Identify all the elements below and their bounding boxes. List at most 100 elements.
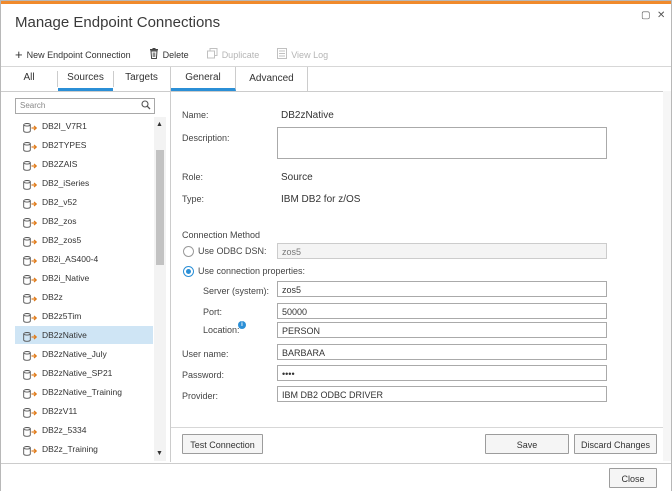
view-log-label: View Log	[291, 50, 329, 60]
database-icon	[23, 387, 38, 399]
tab-sources[interactable]: Sources	[58, 67, 113, 91]
location-field[interactable]: PERSON	[277, 322, 607, 338]
database-icon	[23, 216, 38, 228]
provider-label: Provider:	[182, 391, 219, 401]
database-icon	[23, 273, 38, 285]
delete-button[interactable]: Delete	[149, 48, 189, 62]
scroll-up-icon[interactable]: ▲	[156, 121, 163, 128]
username-field[interactable]: BARBARA	[277, 344, 607, 360]
save-button[interactable]: Save	[485, 434, 569, 454]
list-item[interactable]: DB2i_AS400-4	[15, 250, 153, 268]
list-item[interactable]: DB2zNative_SP21	[15, 364, 153, 382]
search-placeholder: Search	[20, 101, 46, 110]
list-item-label: DB2zNative_Training	[42, 387, 122, 397]
list-item-label: DB2zNative_SP21	[42, 368, 113, 378]
password-field[interactable]: ••••	[277, 365, 607, 381]
new-endpoint-button[interactable]: + New Endpoint Connection	[15, 47, 131, 62]
close-button[interactable]: Close	[609, 468, 657, 488]
database-icon	[23, 368, 38, 380]
list-item-label: DB2_zos5	[42, 235, 82, 245]
detail-scrollbar[interactable]	[663, 91, 671, 461]
database-icon	[23, 235, 38, 247]
plus-icon: +	[15, 47, 23, 62]
database-icon	[23, 254, 38, 266]
list-item-label: DB2i_Native	[42, 273, 90, 283]
odbc-dsn-field[interactable]: zos5	[277, 243, 607, 259]
tab-advanced[interactable]: Advanced	[236, 67, 308, 91]
provider-field[interactable]: IBM DB2 ODBC DRIVER	[277, 386, 607, 402]
list-item[interactable]: DB2z	[15, 288, 153, 306]
discard-changes-button[interactable]: Discard Changes	[574, 434, 657, 454]
list-item-label: DB2z_5334	[42, 425, 87, 435]
title-accent-bar	[1, 1, 671, 4]
tab-targets[interactable]: Targets	[114, 67, 169, 91]
database-icon	[23, 178, 38, 190]
list-item-label: DB2zV11	[42, 406, 78, 416]
list-item[interactable]: DB2I_V7R1	[15, 117, 153, 135]
location-label: Location:	[203, 325, 240, 335]
server-label: Server (system):	[203, 286, 270, 296]
test-connection-button[interactable]: Test Connection	[182, 434, 263, 454]
restore-icon[interactable]: ▢	[641, 10, 650, 21]
tab-general[interactable]: General	[171, 67, 236, 91]
list-item-label: DB2_v52	[42, 197, 77, 207]
list-item[interactable]: DB2_v52	[15, 193, 153, 211]
dialog-title: Manage Endpoint Connections	[15, 14, 221, 31]
type-label: Type:	[182, 194, 205, 204]
port-label: Port:	[203, 307, 223, 317]
server-field[interactable]: zos5	[277, 281, 607, 297]
password-label: Password:	[182, 370, 225, 380]
search-icon[interactable]	[141, 99, 151, 114]
list-item-label: DB2I_V7R1	[42, 121, 87, 131]
trash-icon	[149, 48, 159, 62]
database-icon	[23, 197, 38, 209]
database-icon	[23, 292, 38, 304]
role-value: Source	[281, 172, 313, 183]
database-icon	[23, 425, 38, 437]
duplicate-button[interactable]: Duplicate	[206, 48, 259, 62]
list-item[interactable]: DB2z_Training	[15, 440, 153, 458]
list-item-label: DB2ZAIS	[42, 159, 78, 169]
list-item[interactable]: DB2zNative_Training	[15, 383, 153, 401]
name-label: Name:	[182, 110, 209, 120]
info-icon[interactable]: i	[238, 321, 246, 329]
database-icon	[23, 140, 38, 152]
list-item-label: DB2z5Tim	[42, 311, 82, 321]
list-item-label: DB2_zos	[42, 216, 77, 226]
name-value: DB2zNative	[281, 110, 334, 121]
scrollbar-thumb[interactable]	[156, 150, 164, 265]
list-item[interactable]: DB2zNative_July	[15, 345, 153, 363]
connection-properties-label: Use connection properties:	[198, 266, 306, 276]
endpoint-list-scrollbar[interactable]: ▲ ▼	[154, 117, 166, 461]
odbc-dsn-radio[interactable]	[183, 246, 194, 257]
description-field[interactable]	[277, 127, 607, 159]
list-item[interactable]: DB2_zos5	[15, 231, 153, 249]
port-field[interactable]: 50000	[277, 303, 607, 319]
dialog-footer: Close	[1, 463, 671, 492]
list-item[interactable]: DB2ZAIS	[15, 155, 153, 173]
database-icon	[23, 444, 38, 456]
list-item-label: DB2z_Training	[42, 444, 98, 454]
list-item[interactable]: DB2_iSeries	[15, 174, 153, 192]
list-item[interactable]: DB2i_Native	[15, 269, 153, 287]
search-input[interactable]: Search	[15, 98, 155, 114]
database-icon	[23, 330, 38, 342]
list-item[interactable]: DB2zV11	[15, 402, 153, 420]
username-label: User name:	[182, 349, 229, 359]
list-item[interactable]: DB2zNative	[15, 326, 153, 344]
panel-divider	[170, 67, 171, 462]
connection-properties-radio[interactable]	[183, 266, 194, 277]
view-log-button[interactable]: View Log	[277, 48, 328, 62]
list-item[interactable]: DB2TYPES	[15, 136, 153, 154]
duplicate-icon	[206, 48, 218, 62]
scroll-down-icon[interactable]: ▼	[156, 450, 163, 457]
list-item-label: DB2zNative_July	[42, 349, 107, 359]
list-item[interactable]: DB2z5Tim	[15, 307, 153, 325]
list-item-label: DB2_iSeries	[42, 178, 90, 188]
tab-all[interactable]: All	[1, 67, 57, 91]
list-item-label: DB2i_AS400-4	[42, 254, 99, 264]
list-item[interactable]: DB2_zos	[15, 212, 153, 230]
list-item[interactable]: DB2z_5334	[15, 421, 153, 439]
role-label: Role:	[182, 172, 204, 182]
close-icon[interactable]: ✕	[657, 10, 665, 21]
